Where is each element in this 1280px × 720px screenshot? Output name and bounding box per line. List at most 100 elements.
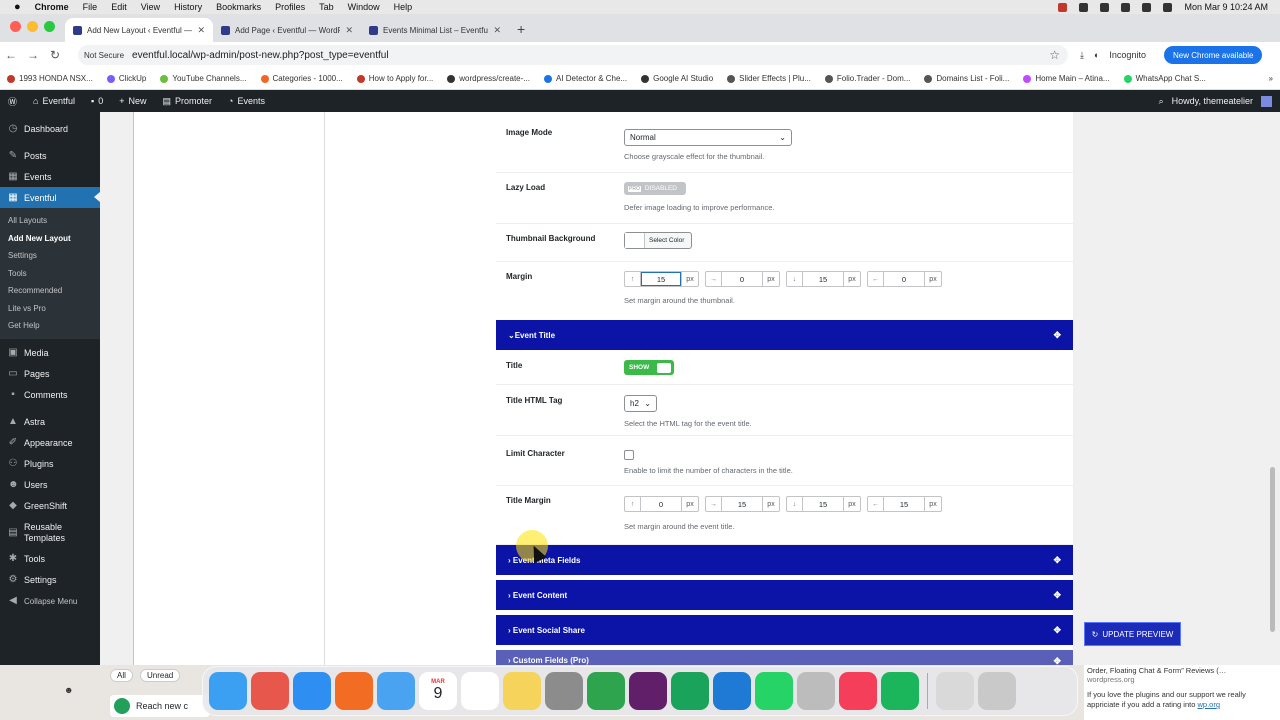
whatsapp-icon[interactable] [755, 672, 793, 710]
textedit-icon[interactable] [797, 672, 835, 710]
bookmark-item[interactable]: Google AI Studio [634, 74, 720, 83]
menu-file[interactable]: File [83, 2, 98, 12]
menu-tab[interactable]: Tab [319, 2, 334, 12]
menu-history[interactable]: History [174, 2, 202, 12]
browser-tab[interactable]: Events Minimal List – Eventfu ✕ [361, 18, 509, 42]
close-window-icon[interactable] [10, 21, 21, 32]
wordpress-logo-icon[interactable]: Ⓦ [0, 95, 25, 108]
launchpad-icon[interactable] [251, 672, 289, 710]
sidebar-item-settings[interactable]: ⚙ Settings [0, 570, 100, 591]
menu-bookmarks[interactable]: Bookmarks [216, 2, 261, 12]
bookmark-item[interactable]: WhatsApp Chat S... [1117, 74, 1213, 83]
download-icon[interactable]: ⤓ [1080, 50, 1084, 61]
music-file-icon[interactable] [936, 672, 974, 710]
music-icon[interactable] [839, 672, 877, 710]
notes-icon[interactable] [503, 672, 541, 710]
firefox-icon[interactable] [335, 672, 373, 710]
wp-org-link[interactable]: wp.org [1198, 700, 1221, 709]
sidebar-item-reusable-templates[interactable]: ▤ Reusable Templates [0, 517, 100, 549]
sidebar-item-posts[interactable]: ✎ Posts [0, 145, 100, 166]
chrome-icon[interactable] [587, 672, 625, 710]
section-event-content[interactable]: › Event Content ✥ [496, 580, 1073, 610]
select-color-button[interactable]: Select Color [624, 232, 692, 249]
image-mode-select[interactable]: Normal ⌄ [624, 129, 792, 146]
sidebar-item-greenshift[interactable]: ◆ GreenShift [0, 496, 100, 517]
section-event-social-share[interactable]: › Event Social Share ✥ [496, 615, 1073, 645]
new-chrome-available-button[interactable]: New Chrome available [1164, 46, 1263, 64]
slack-icon[interactable] [629, 672, 667, 710]
move-icon[interactable]: ✥ [1053, 590, 1073, 601]
title-html-tag-select[interactable]: h2 ⌄ [624, 395, 657, 412]
scrollbar[interactable] [1270, 467, 1275, 632]
lazy-load-pro-toggle[interactable]: PRO DISABLED [624, 182, 686, 195]
sidebar-item-comments[interactable]: ▪ Comments [0, 385, 100, 406]
title-margin-left-input[interactable]: ← 15 px [867, 496, 942, 512]
menu-view[interactable]: View [141, 2, 160, 12]
title-margin-right-input[interactable]: → 15 px [705, 496, 780, 512]
title-margin-top-input[interactable]: ↑ 0 px [624, 496, 699, 512]
bookmark-star-icon[interactable]: ☆ [1049, 48, 1068, 62]
bookmark-item[interactable]: Domains List - Foli... [917, 74, 1016, 83]
howdy-user[interactable]: Howdy, themeatelier [1172, 96, 1253, 106]
move-icon[interactable]: ✥ [1053, 555, 1073, 566]
apple-icon[interactable]: ● [14, 1, 21, 13]
reload-icon[interactable]: ↻ [44, 48, 66, 62]
sidebar-item-pages[interactable]: ▭ Pages [0, 364, 100, 385]
bookmark-item[interactable]: 1993 HONDA NSX... [0, 74, 100, 83]
reach-notice[interactable]: Reach new c [110, 695, 210, 717]
submenu-tools[interactable]: Tools [0, 265, 100, 283]
browser-tab[interactable]: Add Page ‹ Eventful — WordP ✕ [213, 18, 361, 42]
more-bookmarks-icon[interactable]: » [1262, 74, 1280, 83]
bookmark-item[interactable]: Home Main – Atina... [1016, 74, 1116, 83]
section-event-title[interactable]: ⌄ Event Title ✥ [496, 320, 1073, 350]
sidebar-item-appearance[interactable]: ✐ Appearance [0, 433, 100, 454]
admin-bar-new[interactable]: + New [111, 96, 154, 106]
sidebar-item-astra[interactable]: ▲ Astra [0, 412, 100, 433]
sidebar-item-media[interactable]: ▣ Media [0, 343, 100, 364]
bookmark-item[interactable]: wordpress/create-... [440, 74, 537, 83]
wifi-icon[interactable] [1163, 2, 1173, 12]
browser-tab-active[interactable]: Add New Layout ‹ Eventful — ✕ [65, 18, 213, 42]
sidebar-item-events[interactable]: ▦ Events [0, 166, 100, 187]
tray-icon[interactable] [1058, 2, 1068, 12]
sidebar-item-eventful[interactable]: ▦ Eventful [0, 187, 100, 208]
tray-icon[interactable] [1079, 2, 1089, 12]
incognito-indicator[interactable]: ⤓ ◐ Incognito [1080, 50, 1146, 61]
margin-right-input[interactable]: → 0 px [705, 271, 780, 287]
back-icon[interactable]: ← [0, 48, 22, 62]
close-tab-icon[interactable]: ✕ [197, 25, 205, 36]
chat-tab-all[interactable]: All [110, 669, 133, 682]
admin-bar-events[interactable]: ◔ Events [220, 96, 273, 106]
menu-edit[interactable]: Edit [111, 2, 127, 12]
avatar[interactable] [1261, 95, 1272, 107]
menu-window[interactable]: Window [348, 2, 380, 12]
system-settings-icon[interactable] [545, 672, 583, 710]
forward-icon[interactable]: → [22, 48, 44, 62]
tray-icon[interactable] [1142, 2, 1152, 12]
bookmark-item[interactable]: ClickUp [100, 74, 154, 83]
tray-icon[interactable] [1121, 2, 1131, 12]
new-tab-icon[interactable]: + [509, 21, 533, 42]
margin-top-input[interactable]: ↑ 15 px [624, 271, 699, 287]
minimize-window-icon[interactable] [27, 21, 38, 32]
bookmark-item[interactable]: Categories - 1000... [254, 74, 350, 83]
zoom-window-icon[interactable] [44, 21, 55, 32]
admin-bar-promoter[interactable]: ▤ Promoter [154, 96, 220, 107]
submenu-all-layouts[interactable]: All Layouts [0, 212, 100, 230]
move-icon[interactable]: ✥ [1053, 330, 1073, 341]
address-bar[interactable]: Not Secure eventful.local/wp-admin/post-… [78, 45, 1068, 65]
bookmark-item[interactable]: How to Apply for... [350, 74, 440, 83]
admin-bar-site[interactable]: ⌂ Eventful [25, 96, 83, 106]
move-icon[interactable]: ✥ [1053, 625, 1073, 636]
close-tab-icon[interactable]: ✕ [493, 25, 501, 36]
vscode-icon[interactable] [713, 672, 751, 710]
menu-help[interactable]: Help [394, 2, 413, 12]
greenshift-app-icon[interactable] [671, 672, 709, 710]
admin-bar-comments[interactable]: ▪ 0 [83, 96, 111, 106]
bookmark-item[interactable]: YouTube Channels... [153, 74, 253, 83]
clock[interactable]: Mon Mar 9 10:24 AM [1184, 2, 1268, 12]
sidebar-item-users[interactable]: ☻ Users [0, 475, 100, 496]
bookmark-item[interactable]: AI Detector & Che... [537, 74, 634, 83]
sidebar-item-plugins[interactable]: ⚇ Plugins [0, 454, 100, 475]
update-preview-button[interactable]: ↻ UPDATE PREVIEW [1084, 622, 1181, 646]
